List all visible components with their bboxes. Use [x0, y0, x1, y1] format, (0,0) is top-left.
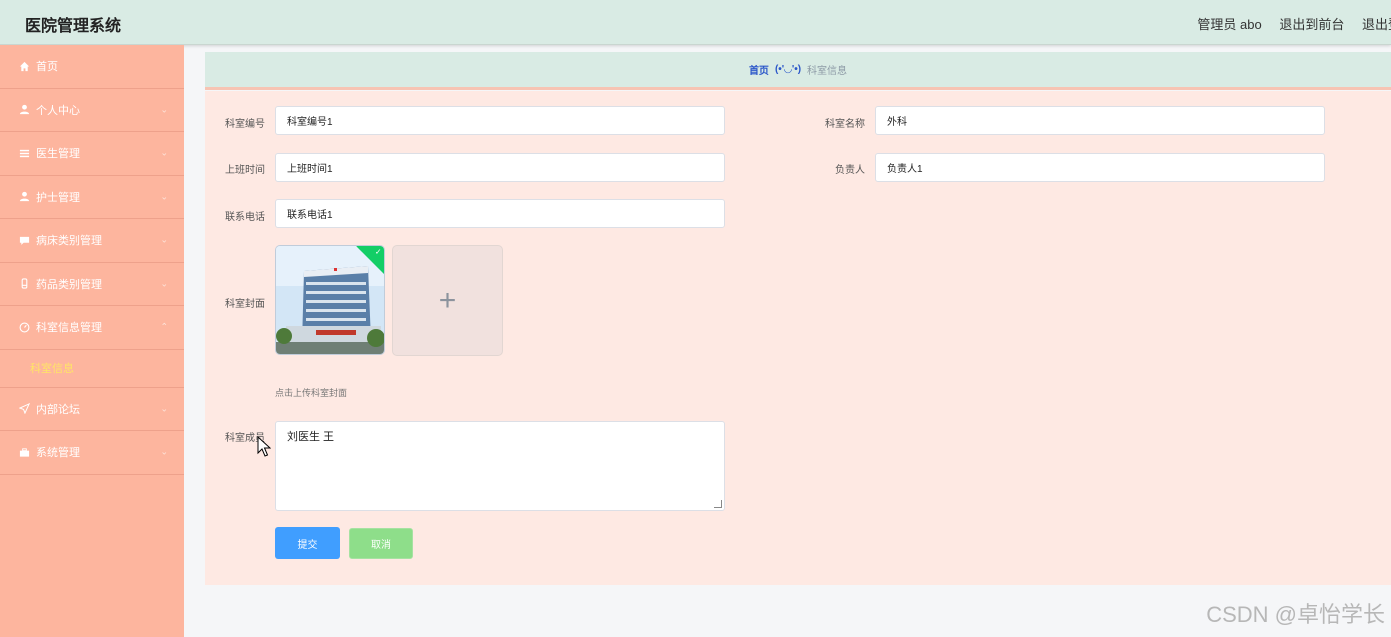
chevron-down-icon: ⌄ [160, 403, 168, 414]
user-icon [18, 104, 30, 116]
chevron-down-icon: ⌄ [160, 104, 168, 115]
chevron-down-icon: ⌄ [160, 446, 168, 457]
sidebar-subitem-label: 科室信息 [30, 363, 74, 375]
sidebar-item-personal[interactable]: 个人中心 ⌄ [0, 89, 184, 132]
dept-name-input[interactable]: 外科 [875, 106, 1325, 135]
cancel-button[interactable]: 取消 [349, 528, 413, 559]
breadcrumb: 首页 (•'◡'•) 科室信息 [205, 52, 1391, 90]
chat-icon [18, 234, 30, 246]
dept-name-label: 科室名称 [825, 119, 865, 130]
breadcrumb-separator: (•'◡'•) [774, 64, 802, 75]
sidebar-item-bed-types[interactable]: 病床类别管理 ⌄ [0, 219, 184, 263]
top-bar: 医院管理系统 管理员 abo 退出到前台 退出登 [0, 0, 1391, 45]
leader-label: 负责人 [835, 165, 865, 176]
hospital-building-image [276, 246, 384, 354]
chevron-up-icon: ⌃ [160, 321, 168, 332]
clock-icon [18, 321, 30, 333]
admin-label: 管理员 abo [1197, 17, 1262, 32]
sidebar-item-dept-info[interactable]: 科室信息管理 ⌃ [0, 306, 184, 350]
breadcrumb-current: 科室信息 [807, 66, 848, 77]
upload-add-button[interactable]: + [392, 245, 503, 356]
send-icon [18, 403, 30, 415]
sidebar-item-label: 首页 [36, 61, 58, 74]
upload-hint: 点击上传科室封面 [275, 388, 348, 398]
sidebar: 首页 个人中心 ⌄ 医生管理 ⌄ 护士管理 ⌄ 病床类别管理 ⌄ 药品类别管理 … [0, 45, 184, 637]
phone-input[interactable]: 联系电话1 [275, 199, 725, 228]
briefcase-icon [18, 446, 30, 458]
dept-no-label: 科室编号 [225, 119, 265, 130]
sidebar-item-nurses[interactable]: 护士管理 ⌄ [0, 176, 184, 219]
plus-icon: + [438, 283, 457, 317]
dept-form: 科室编号 科室编号1 科室名称 外科 上班时间 上班时间1 负责人 负责人1 联… [205, 91, 1391, 585]
sidebar-item-label: 病床类别管理 [36, 235, 102, 248]
sidebar-item-home[interactable]: 首页 [0, 45, 184, 89]
cover-thumbnail[interactable]: ✓ [275, 245, 385, 355]
dept-no-input[interactable]: 科室编号1 [275, 106, 725, 135]
work-time-label: 上班时间 [225, 165, 265, 176]
sidebar-item-label: 系统管理 [36, 447, 80, 460]
sidebar-item-system[interactable]: 系统管理 ⌄ [0, 431, 184, 475]
work-time-input[interactable]: 上班时间1 [275, 153, 725, 182]
members-value: 刘医生 王 [287, 431, 335, 443]
submit-button[interactable]: 提交 [275, 527, 340, 559]
leader-input[interactable]: 负责人1 [875, 153, 1325, 182]
chevron-down-icon: ⌄ [160, 234, 168, 245]
sidebar-item-label: 药品类别管理 [36, 278, 102, 291]
resize-handle-icon[interactable] [714, 500, 722, 508]
sidebar-item-label: 内部论坛 [36, 403, 80, 416]
members-label: 科室成员 [225, 433, 265, 444]
list-icon [18, 147, 30, 159]
user-icon [18, 191, 30, 203]
mouse-cursor-icon [257, 436, 271, 457]
chevron-down-icon: ⌄ [160, 278, 168, 289]
sidebar-item-label: 护士管理 [36, 191, 80, 204]
watermark: CSDN @卓怡学长 [1206, 602, 1385, 627]
members-textarea[interactable]: 刘医生 王 [275, 421, 725, 511]
breadcrumb-home[interactable]: 首页 [749, 62, 769, 77]
sidebar-item-label: 科室信息管理 [36, 322, 102, 335]
logout-link[interactable]: 退出登 [1362, 17, 1391, 32]
sidebar-item-forum[interactable]: 内部论坛 ⌄ [0, 388, 184, 431]
chevron-down-icon: ⌄ [160, 191, 168, 202]
chevron-down-icon: ⌄ [160, 147, 168, 158]
top-right-nav: 管理员 abo 退出到前台 退出登 [1197, 14, 1391, 33]
exit-front-link[interactable]: 退出到前台 [1279, 17, 1344, 32]
bottle-icon [18, 278, 30, 290]
sidebar-item-label: 个人中心 [36, 104, 80, 117]
home-icon [18, 60, 30, 72]
check-icon: ✓ [374, 247, 382, 257]
sidebar-item-drug-types[interactable]: 药品类别管理 ⌄ [0, 263, 184, 306]
app-title: 医院管理系统 [25, 18, 122, 35]
sidebar-item-label: 医生管理 [36, 148, 80, 161]
phone-label: 联系电话 [225, 212, 265, 223]
sidebar-subitem-dept-info[interactable]: 科室信息 [0, 350, 184, 388]
cover-label: 科室封面 [225, 299, 265, 310]
sidebar-item-doctors[interactable]: 医生管理 ⌄ [0, 132, 184, 176]
